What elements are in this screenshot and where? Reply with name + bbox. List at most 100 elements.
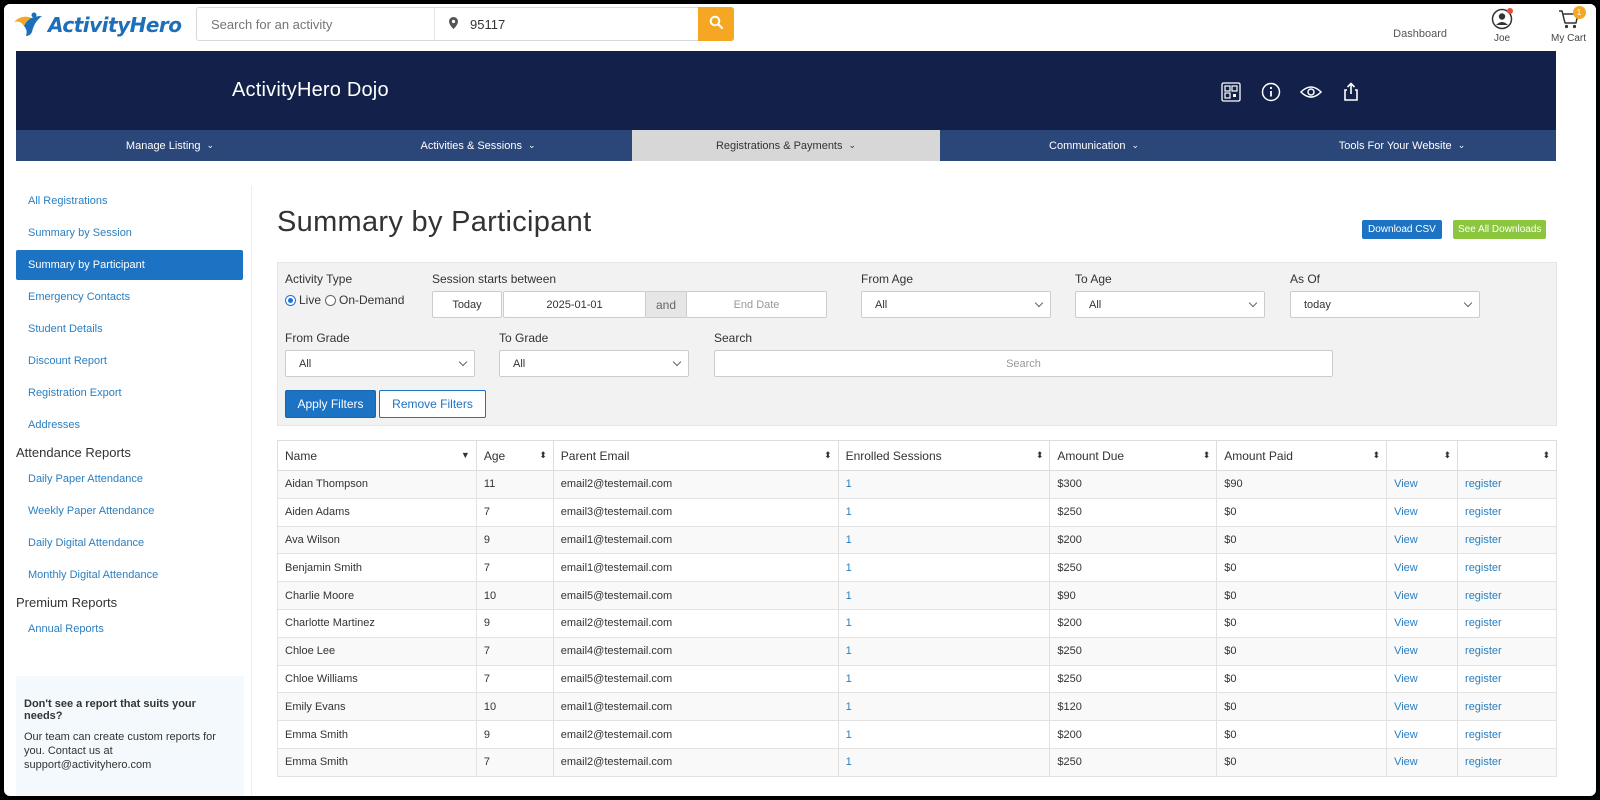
sidebar-item-emergency-contacts[interactable]: Emergency Contacts: [16, 282, 251, 312]
to-grade-select[interactable]: All: [499, 350, 689, 377]
sidebar-item-annual-reports[interactable]: Annual Reports: [16, 614, 251, 644]
eye-icon[interactable]: [1300, 81, 1322, 103]
cell-enrolled-sessions[interactable]: 1: [837, 608, 1051, 638]
from-age-select[interactable]: All: [861, 291, 1051, 318]
nav-label: Registrations & Payments: [715, 139, 843, 152]
activityhero-logo[interactable]: ActivityHero: [12, 10, 182, 40]
to-age-value: All: [1089, 298, 1102, 311]
header-label: Amount Due: [1057, 448, 1125, 463]
sidebar-item-monthly-digital-attendance[interactable]: Monthly Digital Attendance: [16, 560, 251, 590]
cell-name: Aidan Thompson: [277, 470, 477, 499]
end-date-input[interactable]: End Date: [686, 291, 827, 318]
cell-enrolled-sessions[interactable]: 1: [837, 470, 1051, 499]
cell-enrolled-sessions[interactable]: 1: [837, 497, 1051, 527]
on-demand-radio[interactable]: [325, 294, 337, 306]
cart-button[interactable]: 1 My Cart: [1551, 6, 1586, 44]
as-of-select[interactable]: today: [1290, 291, 1480, 318]
col-header-amount-paid[interactable]: Amount Paid ⬍: [1216, 440, 1388, 471]
nav-registrations-payments[interactable]: Registrations & Payments ⌄: [632, 130, 940, 161]
nav-activities-sessions[interactable]: Activities & Sessions ⌄: [324, 130, 632, 161]
sidebar-item-addresses[interactable]: Addresses: [16, 410, 251, 440]
zip-input[interactable]: [470, 16, 650, 32]
cell-view-link[interactable]: View: [1386, 636, 1459, 666]
activity-search-input[interactable]: [197, 8, 435, 40]
cell-age: 7: [475, 497, 554, 527]
sidebar-item-daily-paper-attendance[interactable]: Daily Paper Attendance: [16, 464, 251, 494]
sidebar-item-summary-by-participant[interactable]: Summary by Participant: [16, 250, 243, 280]
cell-register-link[interactable]: register: [1457, 553, 1557, 583]
see-all-downloads-button[interactable]: See All Downloads: [1453, 220, 1547, 239]
cell-view-link[interactable]: View: [1386, 497, 1459, 527]
nav-manage-listing[interactable]: Manage Listing ⌄: [16, 130, 324, 161]
table-row: Benjamin Smith 7 email1@testemail.com 1 $250…: [277, 553, 1557, 583]
chevron-down-icon: [1248, 298, 1258, 308]
cell-register-link[interactable]: register: [1457, 720, 1557, 749]
cell-register-link[interactable]: register: [1457, 525, 1557, 555]
cell-enrolled-sessions[interactable]: 1: [837, 692, 1051, 722]
cell-register-link[interactable]: register: [1457, 470, 1557, 499]
today-button[interactable]: Today: [432, 291, 502, 318]
col-header-amount-due[interactable]: Amount Due ⬍: [1049, 440, 1218, 471]
nav-tools-for-website[interactable]: Tools For Your Website ⌄: [1248, 130, 1556, 161]
cell-register-link[interactable]: register: [1457, 581, 1557, 610]
to-age-select[interactable]: All: [1075, 291, 1265, 318]
cell-register-link[interactable]: register: [1457, 747, 1557, 777]
table-row: Charlie Moore 10 email5@testemail.com 1 $90 $…: [277, 581, 1557, 610]
cell-view-link[interactable]: View: [1386, 747, 1459, 777]
cell-name: Chloe Williams: [277, 664, 477, 694]
activity-type-radios: Live On-Demand: [285, 293, 404, 307]
cell-view-link[interactable]: View: [1386, 608, 1459, 638]
col-header-register[interactable]: ⬍: [1457, 440, 1557, 471]
cell-register-link[interactable]: register: [1457, 692, 1557, 722]
col-header-age[interactable]: Age ⬍: [475, 440, 554, 471]
share-icon[interactable]: [1340, 81, 1362, 103]
apply-filters-button[interactable]: Apply Filters: [285, 390, 376, 418]
cell-enrolled-sessions[interactable]: 1: [837, 581, 1051, 610]
user-menu[interactable]: Joe: [1491, 8, 1513, 44]
col-header-parent-email[interactable]: Parent Email ⬍: [552, 440, 839, 471]
remove-filters-button[interactable]: Remove Filters: [379, 390, 486, 418]
cell-enrolled-sessions[interactable]: 1: [837, 636, 1051, 666]
qr-code-icon[interactable]: [1220, 81, 1242, 103]
nav-communication[interactable]: Communication ⌄: [940, 130, 1248, 161]
sidebar-item-weekly-paper-attendance[interactable]: Weekly Paper Attendance: [16, 496, 251, 526]
cell-enrolled-sessions[interactable]: 1: [837, 525, 1051, 555]
cell-enrolled-sessions[interactable]: 1: [837, 553, 1051, 583]
sidebar-item-daily-digital-attendance[interactable]: Daily Digital Attendance: [16, 528, 251, 558]
from-age-value: All: [875, 298, 888, 311]
cell-register-link[interactable]: register: [1457, 664, 1557, 694]
cell-view-link[interactable]: View: [1386, 664, 1459, 694]
info-icon[interactable]: [1260, 81, 1282, 103]
col-header-enrolled-sessions[interactable]: Enrolled Sessions ⬍: [837, 440, 1051, 471]
cell-parent-email: email1@testemail.com: [552, 525, 839, 555]
download-csv-button[interactable]: Download CSV: [1362, 220, 1442, 239]
cell-enrolled-sessions[interactable]: 1: [837, 747, 1051, 777]
cell-view-link[interactable]: View: [1386, 581, 1459, 610]
sort-icon: ⬍: [1035, 450, 1044, 460]
dashboard-link[interactable]: Dashboard: [1393, 28, 1447, 40]
col-header-view[interactable]: ⬍: [1386, 440, 1459, 471]
cell-amount-due: $250: [1049, 553, 1218, 583]
col-header-name[interactable]: Name ▼: [277, 440, 477, 471]
live-radio[interactable]: [285, 294, 296, 306]
cell-view-link[interactable]: View: [1386, 525, 1459, 555]
cell-view-link[interactable]: View: [1386, 720, 1459, 749]
sidebar-item-registration-export[interactable]: Registration Export: [16, 378, 251, 408]
cell-register-link[interactable]: register: [1457, 497, 1557, 527]
sidebar-item-discount-report[interactable]: Discount Report: [16, 346, 251, 376]
search-button[interactable]: [698, 7, 734, 41]
participant-search-input[interactable]: Search: [714, 350, 1333, 377]
cell-view-link[interactable]: View: [1386, 692, 1459, 722]
cell-view-link[interactable]: View: [1386, 470, 1459, 499]
start-date-input[interactable]: 2025-01-01: [503, 291, 646, 318]
cell-register-link[interactable]: register: [1457, 608, 1557, 638]
sidebar-item-all-registrations[interactable]: All Registrations: [16, 186, 251, 216]
from-grade-select[interactable]: All: [285, 350, 475, 377]
cell-register-link[interactable]: register: [1457, 636, 1557, 666]
cell-enrolled-sessions[interactable]: 1: [837, 664, 1051, 694]
cell-view-link[interactable]: View: [1386, 553, 1459, 583]
cell-age: 10: [475, 581, 554, 610]
sidebar-item-summary-by-session[interactable]: Summary by Session: [16, 218, 251, 248]
sidebar-item-student-details[interactable]: Student Details: [16, 314, 251, 344]
cell-enrolled-sessions[interactable]: 1: [837, 720, 1051, 749]
